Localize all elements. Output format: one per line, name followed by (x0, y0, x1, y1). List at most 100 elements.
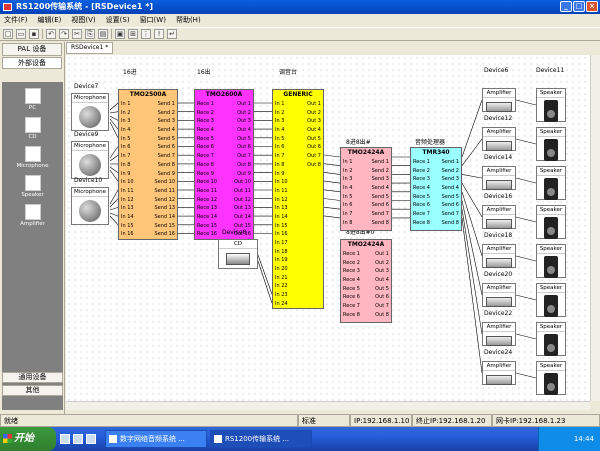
input-port[interactable]: Rece 1 (343, 250, 360, 259)
input-port[interactable]: Rece 5 (197, 135, 214, 144)
input-port[interactable]: In 19 (275, 256, 288, 265)
sidebar-footer-common[interactable]: 通用设备 (2, 372, 63, 383)
input-port[interactable]: In 8 (121, 161, 130, 170)
copy-icon[interactable]: ⎘ (85, 29, 95, 39)
input-port[interactable]: In 21 (275, 274, 288, 283)
tmo2424a-block[interactable]: TMO2424A In 1 Send 1 In 2 Send 2 In 3 Send 3 In… (340, 147, 392, 231)
output-port[interactable]: Send 7 (442, 210, 459, 219)
input-port[interactable]: Rece 13 (197, 204, 217, 213)
input-port[interactable]: In 4 (343, 184, 352, 193)
tmo2424a-block[interactable]: TMO2424A Rece 1 Out 1 Rece 2 Out 2 Rece 3 Out … (340, 239, 392, 323)
input-port[interactable]: Rece 4 (413, 184, 430, 193)
speaker-device[interactable]: Speaker (536, 361, 566, 395)
sidebar-item-microphone[interactable]: Microphone (2, 146, 63, 169)
maximize-button[interactable]: □ (573, 1, 585, 12)
link-icon[interactable]: ⊞ (128, 29, 138, 39)
input-port[interactable]: In 7 (275, 152, 284, 161)
input-port[interactable]: In 12 (275, 196, 288, 205)
grid-icon[interactable]: ⋮ (141, 29, 151, 39)
output-port[interactable]: Out 7 (307, 152, 321, 161)
input-port[interactable]: Rece 3 (197, 117, 214, 126)
input-port[interactable]: In 14 (121, 213, 134, 222)
input-port[interactable]: In 15 (275, 222, 288, 231)
input-port[interactable]: In 17 (275, 239, 288, 248)
sidebar-section[interactable]: 外部设备 (2, 57, 62, 69)
output-port[interactable]: Send 2 (442, 167, 459, 176)
redo-icon[interactable]: ↷ (59, 29, 69, 39)
input-port[interactable]: In 4 (275, 126, 284, 135)
output-port[interactable]: Out 8 (237, 161, 251, 170)
tmo2600a-block[interactable]: TMO2600A Rece 1 Out 1 Rece 2 Out 2 Rece 3 Out … (194, 89, 254, 240)
input-port[interactable]: Rece 7 (343, 302, 360, 311)
output-port[interactable]: Out 10 (234, 178, 251, 187)
amplifier-device[interactable]: Amplifier (482, 88, 516, 112)
output-port[interactable]: Out 3 (375, 267, 389, 276)
input-port[interactable]: In 16 (121, 230, 134, 239)
amplifier-device[interactable]: Amplifier (482, 127, 516, 151)
input-port[interactable]: In 3 (275, 117, 284, 126)
output-port[interactable]: Out 12 (234, 196, 251, 205)
input-port[interactable]: Rece 3 (343, 267, 360, 276)
output-port[interactable]: Send 8 (158, 161, 175, 170)
input-port[interactable]: Rece 2 (343, 259, 360, 268)
amplifier-device[interactable]: Amplifier (482, 283, 516, 307)
output-port[interactable]: Out 9 (237, 170, 251, 179)
output-port[interactable]: Send 8 (372, 219, 389, 228)
input-port[interactable]: Rece 10 (197, 178, 217, 187)
vertical-scrollbar[interactable] (590, 55, 600, 401)
speaker-device[interactable]: Speaker (536, 322, 566, 356)
output-port[interactable]: Out 6 (237, 143, 251, 152)
input-port[interactable]: In 8 (343, 219, 352, 228)
input-port[interactable]: In 7 (121, 152, 130, 161)
output-port[interactable]: Send 14 (154, 213, 175, 222)
input-port[interactable]: In 18 (275, 248, 288, 257)
device-icon[interactable]: ▣ (115, 29, 125, 39)
input-port[interactable]: In 6 (275, 143, 284, 152)
amplifier-device[interactable]: Amplifier (482, 205, 516, 229)
output-port[interactable]: Out 2 (237, 109, 251, 118)
output-port[interactable]: Out 13 (234, 204, 251, 213)
input-port[interactable]: In 3 (343, 175, 352, 184)
output-port[interactable]: Send 6 (442, 201, 459, 210)
sidebar-footer-other[interactable]: 其他 (2, 385, 63, 396)
input-port[interactable]: In 23 (275, 291, 288, 300)
input-port[interactable]: In 5 (343, 193, 352, 202)
output-port[interactable]: Send 6 (158, 143, 175, 152)
input-port[interactable]: Rece 16 (197, 230, 217, 239)
output-port[interactable]: Send 4 (158, 126, 175, 135)
output-port[interactable]: Out 8 (375, 311, 389, 320)
input-port[interactable]: Rece 15 (197, 222, 217, 231)
input-port[interactable]: In 2 (275, 109, 284, 118)
speaker-device[interactable]: Speaker (536, 166, 566, 200)
input-port[interactable]: In 11 (275, 187, 288, 196)
sidebar-header[interactable]: PAL 设备 (2, 43, 62, 56)
input-port[interactable]: In 11 (121, 187, 134, 196)
input-port[interactable]: In 9 (275, 170, 284, 179)
amplifier-device[interactable]: Amplifier (482, 166, 516, 190)
input-port[interactable]: In 15 (121, 222, 134, 231)
output-port[interactable]: Send 16 (154, 230, 175, 239)
input-port[interactable]: In 4 (121, 126, 130, 135)
desktop-icon[interactable] (73, 434, 83, 444)
output-port[interactable]: Send 5 (158, 135, 175, 144)
sidebar-item-cd[interactable]: CD (2, 117, 63, 140)
input-port[interactable]: In 9 (121, 170, 130, 179)
output-port[interactable]: Send 4 (372, 184, 389, 193)
input-port[interactable]: In 1 (121, 100, 130, 109)
input-port[interactable]: Rece 2 (197, 109, 214, 118)
output-port[interactable]: Send 3 (372, 175, 389, 184)
start-button[interactable]: 开始 (0, 427, 56, 451)
output-port[interactable]: Out 5 (237, 135, 251, 144)
speaker-device[interactable]: Speaker (536, 88, 566, 122)
input-port[interactable]: In 2 (121, 109, 130, 118)
sidebar-item-pc[interactable]: PC (2, 88, 63, 111)
input-port[interactable]: In 8 (275, 161, 284, 170)
input-port[interactable]: Rece 6 (197, 143, 214, 152)
output-port[interactable]: Send 1 (158, 100, 175, 109)
design-canvas[interactable]: 16进 16出 调音台 8进8出# 8进8出#0 音频处理器 Device6 D… (66, 55, 590, 401)
input-port[interactable]: Rece 8 (197, 161, 214, 170)
input-port[interactable]: Rece 14 (197, 213, 217, 222)
output-port[interactable]: Send 1 (442, 158, 459, 167)
microphone-device[interactable]: Microphone (71, 187, 109, 225)
output-port[interactable]: Out 4 (375, 276, 389, 285)
